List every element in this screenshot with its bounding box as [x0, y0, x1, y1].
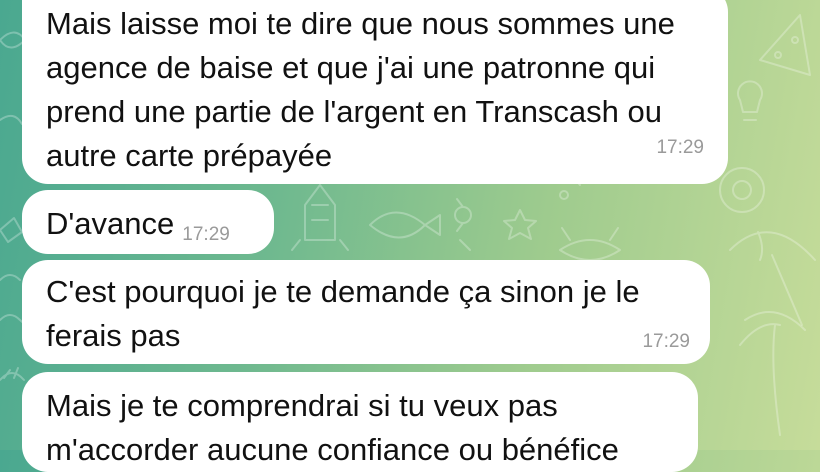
message-text: D'avance: [46, 206, 175, 241]
pizza-doodle-icon: [759, 14, 811, 76]
kite-doodle-icon: [0, 217, 23, 243]
star-doodle-icon: [503, 209, 537, 240]
message-text: C'est pourquoi je te demande ça sinon je…: [46, 274, 640, 353]
umbrella-doodle-icon: [729, 231, 816, 326]
message-timestamp: 17:29: [642, 331, 690, 352]
fish-doodle-icon: [369, 211, 441, 239]
message-bubble[interactable]: D'avance 17:29: [22, 190, 274, 254]
message-timestamp: 17:29: [656, 137, 704, 158]
message-bubble[interactable]: Mais je te comprendrai si tu veux pas m'…: [22, 372, 698, 472]
message-bubble[interactable]: Mais laisse moi te dire que nous sommes …: [22, 0, 728, 184]
shell-doodle-icon: [0, 367, 25, 381]
candy-doodle-icon: [454, 198, 472, 251]
message-text: Mais laisse moi te dire que nous sommes …: [46, 6, 675, 173]
ball-doodle-icon: [719, 167, 765, 213]
message-text: Mais je te comprendrai si tu veux pas m'…: [46, 388, 619, 467]
rocket-doodle-icon: [291, 184, 349, 251]
crab-doodle-icon: [559, 227, 621, 261]
message-bubble[interactable]: C'est pourquoi je te demande ça sinon je…: [22, 260, 710, 364]
bulb-doodle-icon: [737, 80, 763, 121]
message-timestamp: 17:29: [182, 224, 230, 245]
palm-doodle-icon: [739, 311, 806, 436]
